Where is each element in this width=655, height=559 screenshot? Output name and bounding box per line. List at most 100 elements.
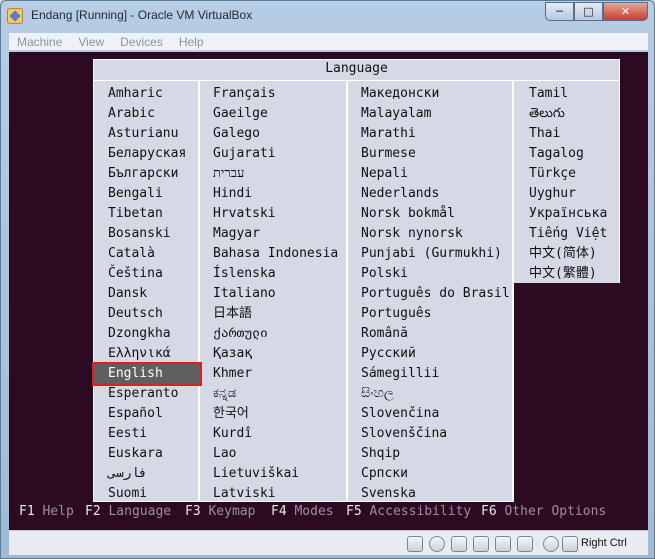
language-option[interactable]: Slovenčina bbox=[361, 404, 439, 424]
capture-icon[interactable] bbox=[543, 536, 559, 552]
language-option[interactable]: Amharic bbox=[108, 84, 163, 104]
fkey-keymap[interactable]: F3 Keymap bbox=[185, 504, 255, 519]
language-option[interactable]: Shqip bbox=[361, 444, 400, 464]
language-option[interactable]: Burmese bbox=[361, 144, 416, 164]
language-option[interactable]: Norsk bokmål bbox=[361, 204, 455, 224]
fkey-language[interactable]: F2 Language bbox=[85, 504, 171, 519]
language-option[interactable]: Hrvatski bbox=[213, 204, 276, 224]
language-option[interactable]: Čeština bbox=[108, 264, 163, 284]
language-option[interactable]: Македонски bbox=[361, 84, 439, 104]
language-option[interactable]: Hindi bbox=[213, 184, 252, 204]
keyboard-icon[interactable] bbox=[562, 536, 578, 552]
language-option[interactable]: Bosanski bbox=[108, 224, 171, 244]
language-option[interactable]: Sámegillii bbox=[361, 364, 439, 384]
hard-disk-icon[interactable] bbox=[407, 536, 423, 552]
vm-screen[interactable]: Language Amharic Arabic Asturianu Беларуска… bbox=[9, 52, 648, 530]
language-option[interactable]: 한국어 bbox=[213, 404, 249, 424]
language-option[interactable]: Nepali bbox=[361, 164, 408, 184]
language-option[interactable]: Bahasa Indonesia bbox=[213, 244, 338, 264]
language-option[interactable]: Latviski bbox=[213, 484, 276, 504]
language-option[interactable]: Català bbox=[108, 244, 155, 264]
optical-drive-icon[interactable] bbox=[429, 536, 445, 552]
language-option[interactable]: Norsk nynorsk bbox=[361, 224, 463, 244]
language-option[interactable]: Ελληνικά bbox=[108, 344, 171, 364]
language-option[interactable]: Tagalog bbox=[529, 144, 584, 164]
language-option[interactable]: 中文(繁體) bbox=[529, 264, 597, 284]
language-option[interactable]: Українська bbox=[529, 204, 607, 224]
menu-view[interactable]: View bbox=[70, 35, 112, 49]
column-divider bbox=[198, 81, 200, 502]
host-key-label: Right Ctrl bbox=[581, 537, 627, 549]
menu-machine[interactable]: Machine bbox=[9, 35, 70, 49]
language-option[interactable]: Nederlands bbox=[361, 184, 439, 204]
language-option[interactable]: Khmer bbox=[213, 364, 252, 384]
language-option[interactable]: Gaeilge bbox=[213, 104, 268, 124]
language-option[interactable]: Svenska bbox=[361, 484, 416, 504]
language-option[interactable]: Bengali bbox=[108, 184, 163, 204]
language-option[interactable]: Tamil bbox=[529, 84, 568, 104]
language-option[interactable]: Română bbox=[361, 324, 408, 344]
language-option[interactable]: Galego bbox=[213, 124, 260, 144]
language-option[interactable]: Malayalam bbox=[361, 104, 431, 124]
language-option[interactable]: Deutsch bbox=[108, 304, 163, 324]
language-option[interactable]: Magyar bbox=[213, 224, 260, 244]
language-option[interactable]: Gujarati bbox=[213, 144, 276, 164]
language-option[interactable]: Tibetan bbox=[108, 204, 163, 224]
language-option[interactable]: ქართული bbox=[213, 324, 268, 344]
maximize-button[interactable]: □ bbox=[574, 2, 603, 21]
minimize-button[interactable]: ─ bbox=[545, 2, 574, 21]
language-option[interactable]: English bbox=[92, 362, 202, 386]
language-option[interactable]: Euskara bbox=[108, 444, 163, 464]
shared-folders-icon[interactable] bbox=[473, 536, 489, 552]
language-option[interactable]: Thai bbox=[529, 124, 560, 144]
fkey-accessibility[interactable]: F5 Accessibility bbox=[346, 504, 471, 519]
fkey-other-options[interactable]: F6 Other Options bbox=[481, 504, 606, 519]
language-option[interactable]: Italiano bbox=[213, 284, 276, 304]
language-option[interactable]: Asturianu bbox=[108, 124, 178, 144]
language-option[interactable]: Polski bbox=[361, 264, 408, 284]
language-option[interactable]: Suomi bbox=[108, 484, 147, 504]
close-button[interactable]: ✕ bbox=[603, 2, 648, 21]
dialog-title: Language bbox=[325, 61, 388, 76]
language-option[interactable]: Marathi bbox=[361, 124, 416, 144]
menu-devices[interactable]: Devices bbox=[112, 35, 171, 49]
language-option[interactable]: Uyghur bbox=[529, 184, 576, 204]
language-option[interactable]: తెలుగు bbox=[529, 104, 565, 124]
language-option[interactable]: ಕನ್ನಡ bbox=[213, 384, 236, 404]
usb-icon[interactable] bbox=[451, 536, 467, 552]
language-option[interactable]: Kurdî bbox=[213, 424, 252, 444]
language-option[interactable]: Eesti bbox=[108, 424, 147, 444]
language-option[interactable]: Esperanto bbox=[108, 384, 178, 404]
title-bar[interactable]: Endang [Running] - Oracle VM VirtualBox … bbox=[1, 1, 654, 33]
language-option[interactable]: Íslenska bbox=[213, 264, 276, 284]
language-option[interactable]: Português do Brasil bbox=[361, 284, 510, 304]
language-option[interactable]: Français bbox=[213, 84, 276, 104]
language-option[interactable]: Lietuviškai bbox=[213, 464, 299, 484]
language-option[interactable]: 日本語 bbox=[213, 304, 252, 324]
language-option[interactable]: עברית bbox=[213, 164, 244, 184]
language-option[interactable]: Español bbox=[108, 404, 163, 424]
language-option[interactable]: Arabic bbox=[108, 104, 155, 124]
language-option[interactable]: Tiếng Việt bbox=[529, 224, 607, 244]
status-bar: Right Ctrl bbox=[9, 530, 648, 555]
menu-help[interactable]: Help bbox=[171, 35, 212, 49]
fkey-modes[interactable]: F4 Modes bbox=[271, 504, 334, 519]
language-option[interactable]: Беларуская bbox=[108, 144, 186, 164]
language-option[interactable]: Punjabi (Gurmukhi) bbox=[361, 244, 502, 264]
language-option[interactable]: Português bbox=[361, 304, 431, 324]
language-option[interactable]: Türkçe bbox=[529, 164, 576, 184]
language-option[interactable]: فارسی bbox=[108, 464, 147, 484]
language-option[interactable]: Dzongkha bbox=[108, 324, 171, 344]
fkey-help[interactable]: F1 Help bbox=[19, 504, 74, 519]
language-option[interactable]: Български bbox=[108, 164, 178, 184]
language-option[interactable]: Slovenščina bbox=[361, 424, 447, 444]
language-option[interactable]: 中文(简体) bbox=[529, 244, 597, 264]
language-option[interactable]: Српски bbox=[361, 464, 408, 484]
language-option[interactable]: Русский bbox=[361, 344, 416, 364]
language-option[interactable]: සිංහල bbox=[361, 384, 394, 404]
display-icon[interactable] bbox=[517, 536, 533, 552]
language-option[interactable]: Lao bbox=[213, 444, 236, 464]
language-option[interactable]: Қазақ bbox=[213, 344, 252, 364]
language-option[interactable]: Dansk bbox=[108, 284, 147, 304]
network-icon[interactable] bbox=[495, 536, 511, 552]
